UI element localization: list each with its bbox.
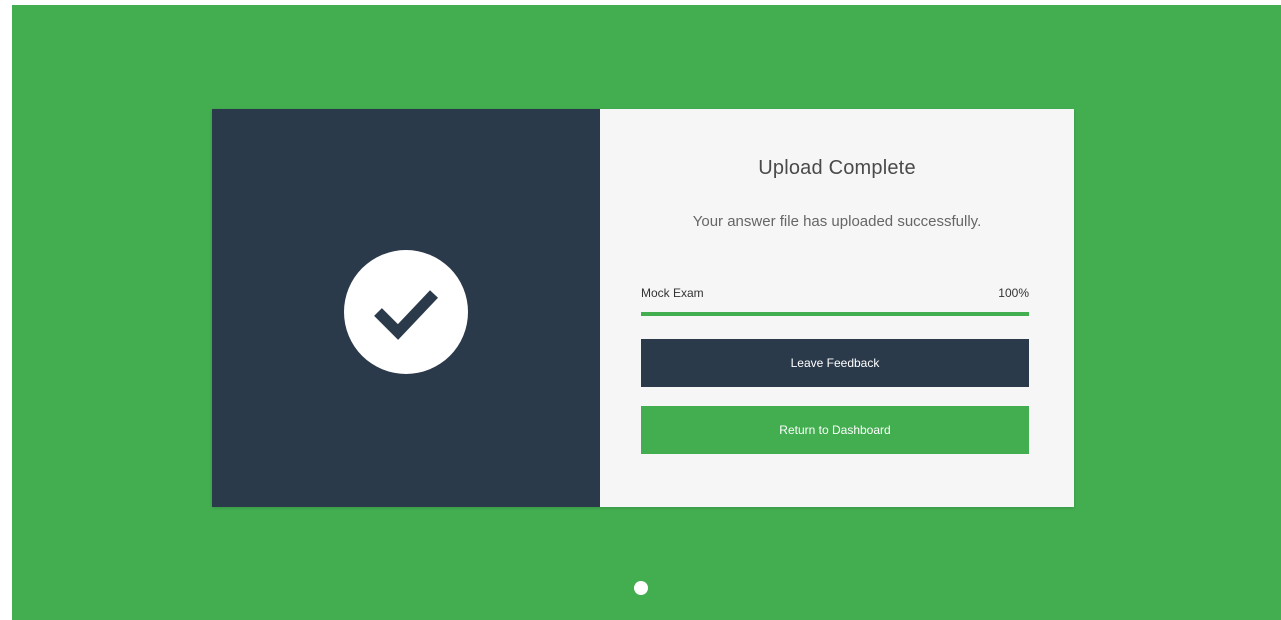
progress-info: Mock Exam 100% — [641, 286, 1029, 300]
check-circle-icon — [344, 250, 468, 374]
return-to-dashboard-button[interactable]: Return to Dashboard — [641, 406, 1029, 454]
progress-bar — [641, 312, 1029, 316]
dialog-message: Your answer file has uploaded successful… — [692, 213, 982, 230]
upload-complete-dialog: Upload Complete Your answer file has upl… — [212, 109, 1074, 507]
success-panel — [212, 109, 600, 507]
details-panel: Upload Complete Your answer file has upl… — [600, 109, 1074, 507]
progress-percent: 100% — [998, 286, 1029, 300]
progress-label: Mock Exam — [641, 286, 704, 300]
dialog-title: Upload Complete — [758, 157, 916, 179]
checkmark-icon — [374, 290, 438, 340]
leave-feedback-button[interactable]: Leave Feedback — [641, 339, 1029, 387]
pager-dot[interactable] — [634, 581, 648, 595]
slide-background: Upload Complete Your answer file has upl… — [12, 5, 1281, 620]
progress-bar-fill — [641, 312, 1029, 316]
